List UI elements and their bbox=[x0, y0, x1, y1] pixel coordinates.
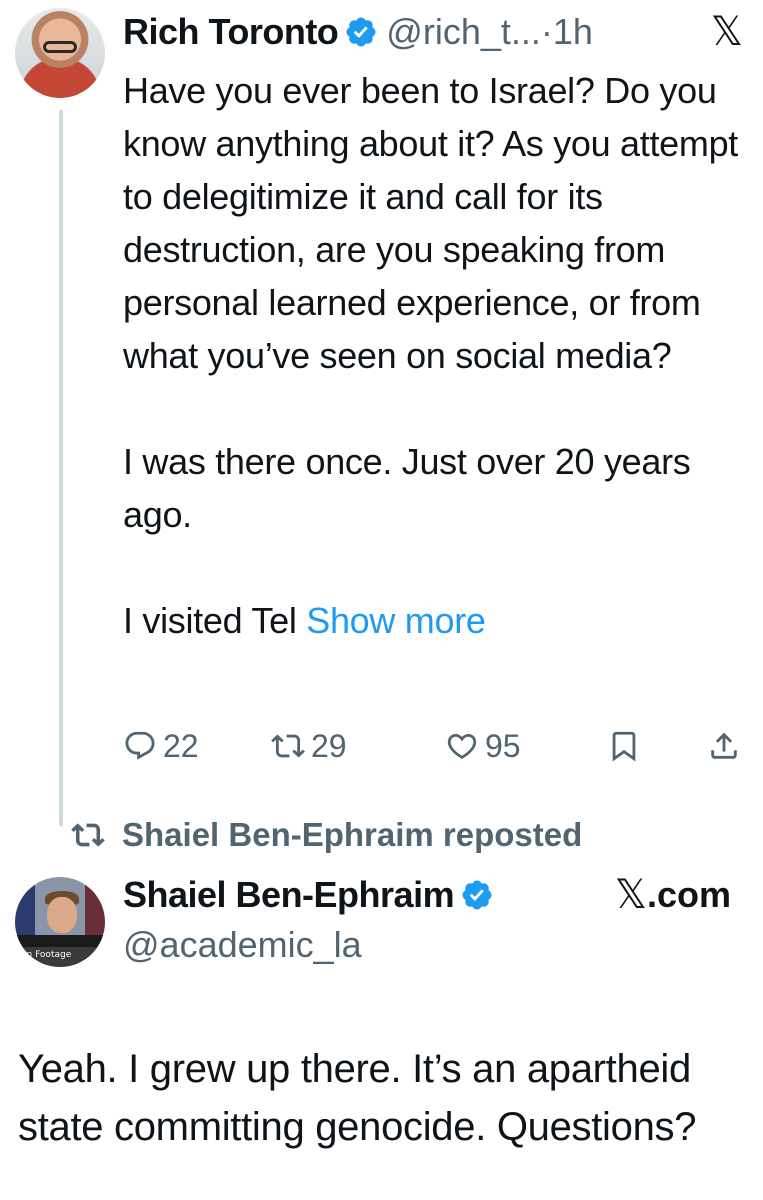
tweet-body: Have you ever been to Israel? Do you kno… bbox=[123, 64, 743, 647]
repost-count: 29 bbox=[311, 727, 347, 764]
author-avatar[interactable] bbox=[15, 8, 105, 98]
bookmark-icon bbox=[612, 731, 636, 762]
reposter-avatar[interactable]: on Footage bbox=[15, 877, 105, 967]
like-button[interactable]: 95 bbox=[445, 718, 521, 774]
author-name[interactable]: Rich Toronto bbox=[123, 11, 339, 53]
show-more-link[interactable]: Show more bbox=[306, 600, 486, 641]
like-icon bbox=[447, 733, 477, 759]
quoted-tweet-header: Shaiel Ben-Ephraim bbox=[123, 872, 502, 918]
tweet-paragraph: Have you ever been to Israel? Do you kno… bbox=[123, 70, 738, 376]
thread-connector-line bbox=[59, 110, 63, 826]
avatar-banner bbox=[15, 935, 105, 947]
x-logo-icon: 𝕏 bbox=[710, 10, 743, 54]
verified-badge-icon bbox=[346, 17, 376, 47]
repost-indicator-text: Shaiel Ben-Ephraim reposted bbox=[122, 816, 583, 853]
repost-button[interactable]: 29 bbox=[271, 718, 347, 774]
share-icon bbox=[711, 732, 737, 759]
like-count: 95 bbox=[485, 727, 521, 764]
tweet-header: Rich Toronto @rich_t...·1h bbox=[123, 10, 593, 54]
quoted-author-name[interactable]: Shaiel Ben-Ephraim bbox=[123, 874, 455, 916]
reply-button[interactable]: 22 bbox=[123, 718, 199, 774]
avatar-glasses bbox=[43, 41, 77, 53]
x-logo-icon: 𝕏 bbox=[614, 873, 647, 917]
repost-icon bbox=[271, 734, 305, 758]
tweet-paragraph-truncated: I visited Tel Show more bbox=[123, 594, 743, 647]
reply-icon bbox=[125, 731, 155, 760]
quoted-author-handle[interactable]: @academic_la bbox=[123, 922, 362, 968]
avatar-face bbox=[47, 897, 77, 933]
bookmark-button[interactable] bbox=[607, 718, 647, 774]
tweet-paragraph-prefix: I visited Tel bbox=[123, 600, 297, 641]
source-domain-label: 𝕏 .com bbox=[615, 872, 731, 918]
author-handle-time[interactable]: @rich_t...·1h bbox=[386, 11, 593, 53]
tweet-paragraph: I was there once. Just over 20 years ago… bbox=[123, 441, 691, 535]
repost-icon bbox=[71, 823, 105, 847]
verified-badge-icon bbox=[462, 880, 492, 910]
repost-indicator[interactable]: Shaiel Ben-Ephraim reposted bbox=[68, 812, 582, 858]
reply-count: 22 bbox=[163, 727, 199, 764]
tweet-actions: 22 29 95 bbox=[123, 718, 743, 774]
quoted-tweet-body: Yeah. I grew up there. It’s an apartheid… bbox=[18, 1047, 697, 1149]
avatar-caption: on Footage bbox=[21, 950, 72, 960]
share-button[interactable] bbox=[707, 718, 747, 774]
source-domain-text: .com bbox=[646, 874, 731, 915]
